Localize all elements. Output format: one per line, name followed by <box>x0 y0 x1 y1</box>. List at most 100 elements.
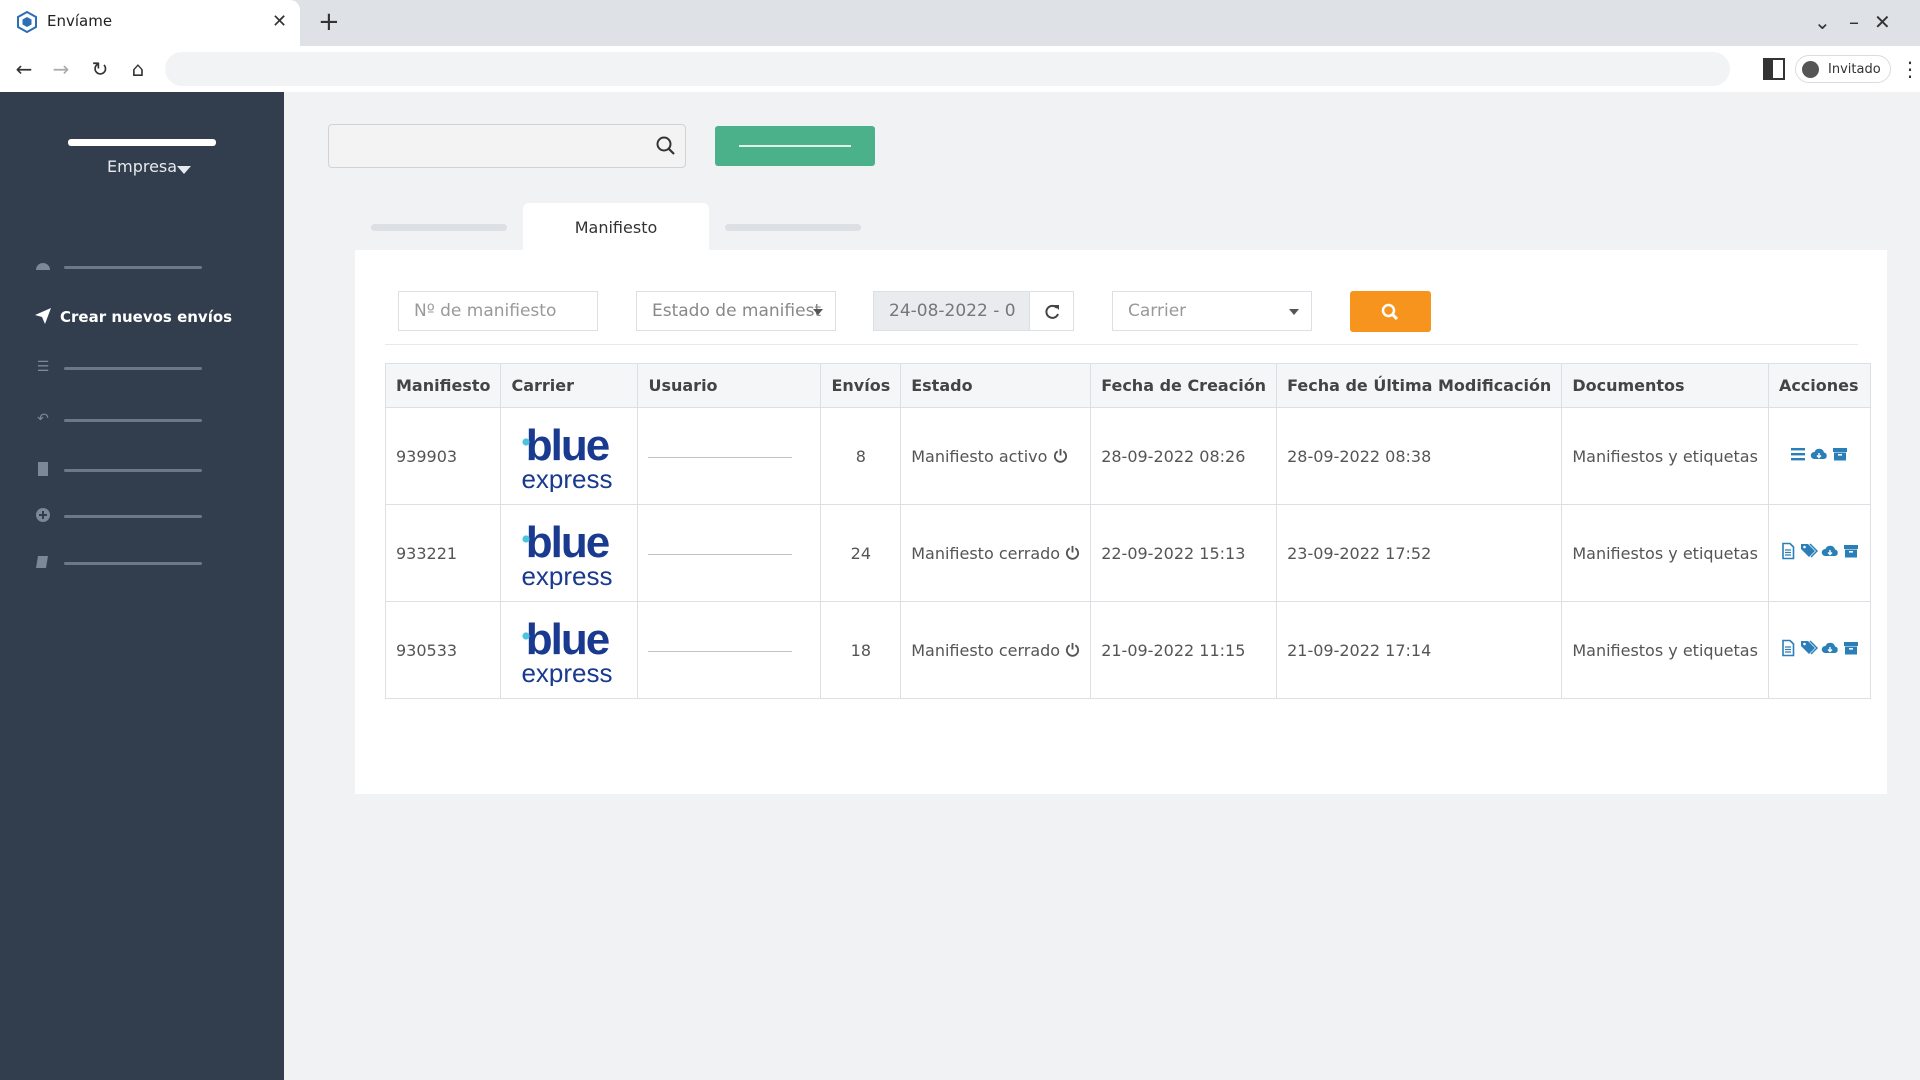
tags-icon[interactable] <box>1800 542 1818 560</box>
documents-link[interactable]: Manifiestos y etiquetas <box>1561 407 1769 505</box>
column-header-status: Estado <box>900 363 1092 408</box>
tab-placeholder-right[interactable] <box>725 224 861 231</box>
file-icon[interactable] <box>1779 542 1797 560</box>
blue-express-logo <box>511 614 623 686</box>
plus-circle-icon <box>36 508 50 522</box>
caret-down-icon[interactable] <box>177 166 191 174</box>
cloud-download-icon[interactable] <box>1821 542 1839 560</box>
browser-menu-icon[interactable]: ⋮ <box>1900 55 1920 83</box>
tab-placeholder-left[interactable] <box>371 224 507 231</box>
filter-divider <box>385 344 1858 345</box>
sidebar: Empresa Crear nuevos envíos ☰ ↶ <box>0 92 284 1080</box>
shipments-count: 18 <box>820 601 902 699</box>
date-range-field[interactable]: 24-08-2022 - 05 <box>873 291 1030 331</box>
cloud-download-icon[interactable] <box>1810 445 1828 463</box>
carrier-select[interactable]: Carrier <box>1112 291 1312 331</box>
power-icon[interactable] <box>1065 545 1080 560</box>
sidebar-item-list[interactable]: ☰ <box>34 356 264 380</box>
address-bar[interactable] <box>165 52 1730 86</box>
table-row: 930533 18 Manifiesto cerrado 21-09-2022 … <box>384 601 1871 699</box>
browser-tab-strip: Envíame ✕ + ⌄ – ✕ <box>0 0 1920 46</box>
status-cell[interactable]: Manifiesto cerrado <box>900 504 1092 602</box>
search-icon <box>1381 303 1399 321</box>
cloud-download-icon[interactable] <box>1821 639 1839 657</box>
forward-arrow-icon[interactable]: → <box>47 55 75 83</box>
column-header-user: Usuario <box>637 363 822 408</box>
carrier-cell <box>500 504 639 602</box>
sidebar-item-placeholder <box>64 469 202 472</box>
column-header-documents: Documentos <box>1561 363 1769 408</box>
manifest-number-link[interactable]: 930533 <box>384 601 502 699</box>
home-icon[interactable]: ⌂ <box>124 55 152 83</box>
profile-label: Invitado <box>1828 62 1881 77</box>
search-icon[interactable] <box>653 133 679 159</box>
shipments-count: 24 <box>820 504 902 602</box>
documents-link[interactable]: Manifiestos y etiquetas <box>1561 504 1769 602</box>
modified-date: 23-09-2022 17:52 <box>1276 504 1563 602</box>
table-header-row: Manifiesto Carrier Usuario Envíos Estado… <box>384 363 1871 408</box>
blue-express-logo <box>511 517 623 589</box>
carrier-cell <box>500 407 639 505</box>
dashboard-icon <box>36 263 50 270</box>
actions-cell <box>1767 407 1871 505</box>
list-icon[interactable] <box>1789 445 1807 463</box>
status-cell[interactable]: Manifiesto activo <box>900 407 1092 505</box>
archive-icon[interactable] <box>1831 445 1849 463</box>
sidebar-item-placeholder <box>64 419 202 422</box>
enviame-favicon-icon <box>17 11 37 33</box>
search-filter-button[interactable] <box>1350 291 1431 332</box>
created-date: 21-09-2022 11:15 <box>1090 601 1278 699</box>
archive-icon[interactable] <box>1842 542 1860 560</box>
documents-link[interactable]: Manifiestos y etiquetas <box>1561 601 1769 699</box>
file-icon[interactable] <box>1779 639 1797 657</box>
sidebar-item-docs[interactable] <box>34 551 264 575</box>
minimize-icon[interactable]: – <box>1849 10 1859 34</box>
manifest-number-field[interactable]: Nº de manifiesto <box>398 291 598 331</box>
manifest-number-link[interactable]: 933221 <box>384 504 502 602</box>
table-row: 933221 24 Manifiesto cerrado 22-09-2022 … <box>384 504 1871 602</box>
user-cell <box>637 504 822 602</box>
side-panel-icon[interactable] <box>1763 58 1785 80</box>
manifest-table: Manifiesto Carrier Usuario Envíos Estado… <box>384 363 1871 699</box>
column-header-modified: Fecha de Última Modificación <box>1276 363 1563 408</box>
archive-icon[interactable] <box>1842 639 1860 657</box>
column-header-carrier: Carrier <box>500 363 639 408</box>
sidebar-item-create-shipments[interactable]: Crear nuevos envíos <box>34 305 264 329</box>
profile-button[interactable]: Invitado <box>1795 55 1891 83</box>
button-label-placeholder <box>739 145 851 147</box>
sidebar-item-warehouse[interactable] <box>34 458 264 482</box>
status-cell[interactable]: Manifiesto cerrado <box>900 601 1092 699</box>
sidebar-item-add[interactable] <box>34 504 264 528</box>
list-icon: ☰ <box>36 359 50 375</box>
sidebar-item-placeholder <box>64 562 202 565</box>
table-row: 939903 8 Manifiesto activo 28-09-2022 08… <box>384 407 1871 505</box>
browser-tab-title: Envíame <box>47 12 113 30</box>
power-icon[interactable] <box>1053 448 1068 463</box>
user-placeholder <box>648 456 793 458</box>
sidebar-item-placeholder <box>64 266 202 269</box>
send-icon <box>35 308 51 324</box>
tags-icon[interactable] <box>1800 639 1818 657</box>
sidebar-item-returns[interactable]: ↶ <box>34 408 264 432</box>
window-close-icon[interactable]: ✕ <box>1874 10 1891 34</box>
company-selector-label[interactable]: Empresa <box>107 157 177 176</box>
tab-manifiesto[interactable]: Manifiesto <box>523 203 709 251</box>
logo-placeholder <box>68 139 216 146</box>
status-select[interactable]: Estado de manifiesto <box>636 291 836 331</box>
user-placeholder <box>648 650 793 652</box>
created-date: 22-09-2022 15:13 <box>1090 504 1278 602</box>
new-tab-icon[interactable]: + <box>318 8 340 36</box>
sidebar-item-dashboard[interactable] <box>34 255 264 279</box>
browser-tab[interactable]: Envíame ✕ <box>0 0 300 46</box>
primary-action-button[interactable] <box>715 126 875 166</box>
global-search-input[interactable] <box>328 124 686 168</box>
tab-search-chevron-icon[interactable]: ⌄ <box>1814 10 1831 34</box>
power-icon[interactable] <box>1065 642 1080 657</box>
reload-icon[interactable]: ↻ <box>86 55 114 83</box>
actions-cell <box>1767 504 1871 602</box>
book-icon <box>36 556 48 568</box>
back-arrow-icon[interactable]: ← <box>10 55 38 83</box>
actions-cell <box>1767 601 1871 699</box>
refresh-date-button[interactable] <box>1029 291 1074 331</box>
close-tab-icon[interactable]: ✕ <box>272 10 287 34</box>
